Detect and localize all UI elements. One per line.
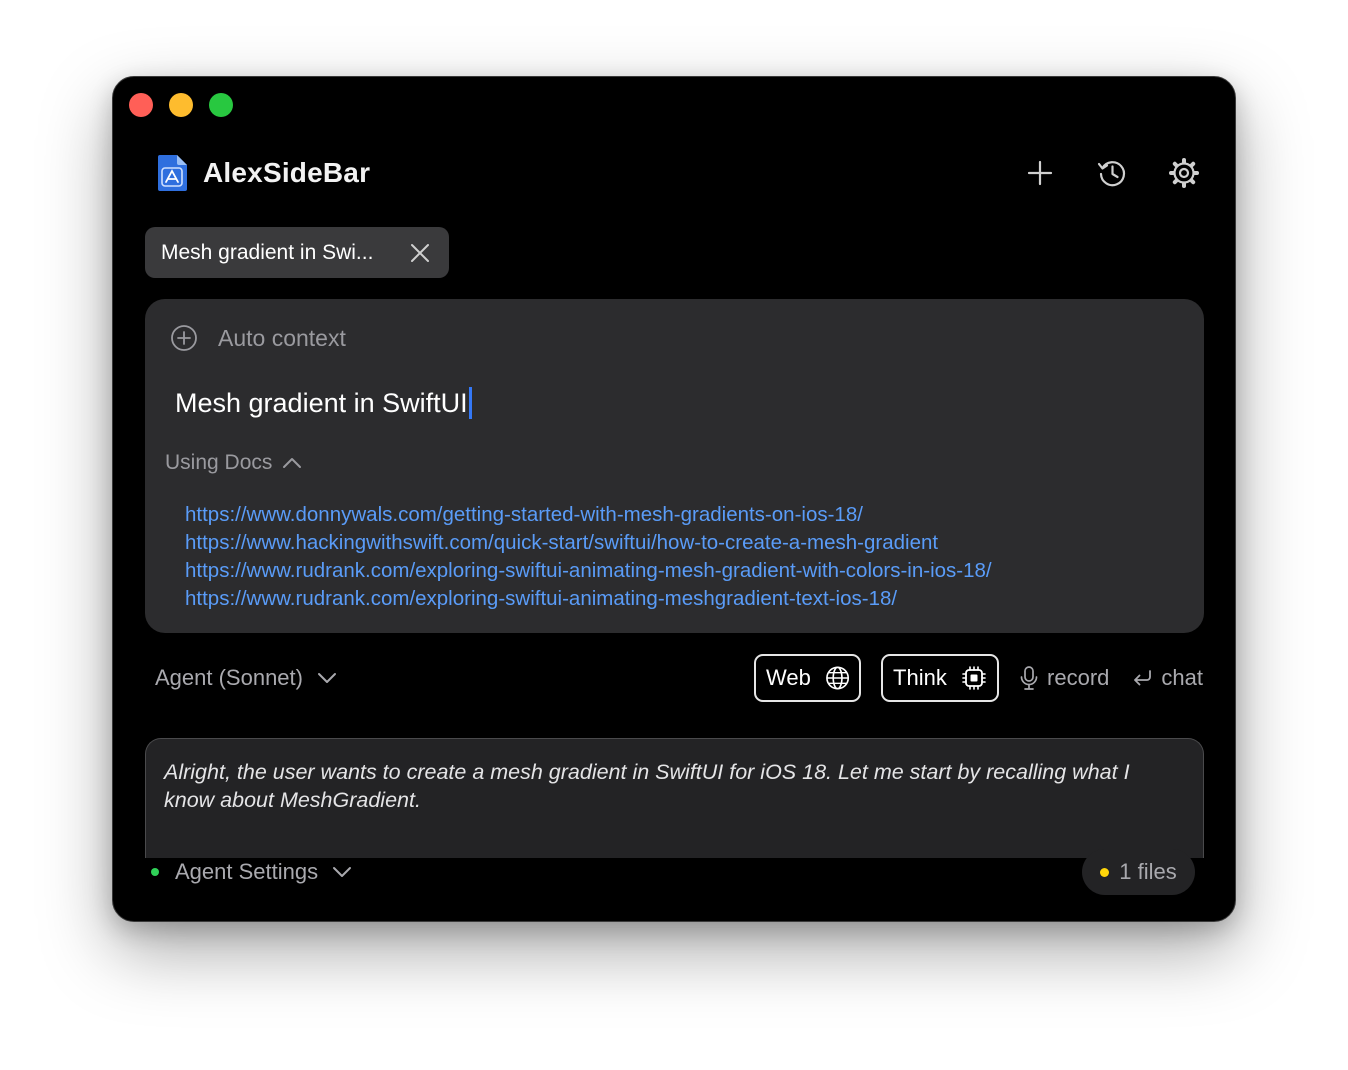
agent-thinking-text: Alright, the user wants to create a mesh… bbox=[164, 760, 1130, 812]
agent-settings-dropdown[interactable]: Agent Settings bbox=[151, 849, 352, 895]
gear-icon bbox=[1169, 158, 1199, 188]
think-toggle-button[interactable]: Think bbox=[881, 654, 1000, 702]
globe-icon bbox=[826, 666, 849, 690]
think-label: Think bbox=[893, 665, 947, 690]
history-icon bbox=[1097, 161, 1126, 187]
using-docs-toggle[interactable]: Using Docs bbox=[165, 451, 302, 475]
chevron-up-icon bbox=[283, 458, 302, 468]
plus-icon bbox=[1027, 160, 1053, 186]
chat-label: chat bbox=[1161, 665, 1203, 690]
microphone-icon bbox=[1020, 666, 1038, 690]
auto-context-label: Auto context bbox=[218, 324, 346, 351]
settings-button[interactable] bbox=[1163, 152, 1205, 194]
agent-model-label: Agent (Sonnet) bbox=[155, 665, 303, 690]
app-window: AlexSideBar Mesh gradient in Swi... Auto… bbox=[112, 76, 1236, 922]
status-indicator-yellow bbox=[1100, 867, 1110, 877]
new-chat-button[interactable] bbox=[1019, 152, 1061, 194]
compose-panel: Auto context Mesh gradient in SwiftUI Us… bbox=[145, 299, 1204, 633]
status-indicator-green bbox=[151, 868, 159, 876]
header-actions bbox=[1019, 152, 1205, 194]
web-label: Web bbox=[766, 665, 811, 690]
conversation-tab[interactable]: Mesh gradient in Swi... bbox=[145, 227, 449, 278]
using-docs-label: Using Docs bbox=[165, 451, 273, 474]
close-window-button[interactable] bbox=[129, 93, 153, 117]
toolbar-actions: Web Think record chat bbox=[754, 653, 1203, 703]
record-label: record bbox=[1047, 665, 1110, 690]
doc-link[interactable]: https://www.rudrank.com/exploring-swiftu… bbox=[185, 557, 992, 585]
files-label: 1 files bbox=[1119, 859, 1177, 884]
zoom-window-button[interactable] bbox=[209, 93, 233, 117]
chevron-down-icon bbox=[317, 673, 336, 683]
app-title: AlexSideBar bbox=[203, 157, 371, 188]
chevron-down-icon bbox=[333, 867, 352, 877]
header: AlexSideBar bbox=[155, 153, 1205, 193]
footer-bar: Agent Settings 1 files bbox=[145, 849, 1195, 895]
query-input[interactable]: Mesh gradient in SwiftUI bbox=[175, 387, 472, 419]
doc-link[interactable]: https://www.donnywals.com/getting-starte… bbox=[185, 501, 992, 529]
plus-circle-icon bbox=[171, 325, 197, 351]
agent-settings-label: Agent Settings bbox=[175, 859, 319, 884]
agent-response-panel: Alright, the user wants to create a mesh… bbox=[145, 738, 1204, 858]
web-toggle-button[interactable]: Web bbox=[754, 654, 862, 702]
doc-link[interactable]: https://www.hackingwithswift.com/quick-s… bbox=[185, 529, 992, 557]
text-caret bbox=[468, 387, 472, 419]
minimize-window-button[interactable] bbox=[169, 93, 193, 117]
window-controls bbox=[129, 93, 233, 117]
app-document-icon bbox=[155, 154, 189, 192]
doc-link[interactable]: https://www.rudrank.com/exploring-swiftu… bbox=[185, 585, 992, 613]
history-button[interactable] bbox=[1091, 152, 1133, 194]
agent-model-select[interactable]: Agent (Sonnet) bbox=[155, 653, 337, 703]
close-icon[interactable] bbox=[407, 240, 433, 266]
query-text: Mesh gradient in SwiftUI bbox=[175, 387, 468, 418]
chat-submit-button[interactable]: chat bbox=[1131, 665, 1203, 691]
record-button[interactable]: record bbox=[1019, 665, 1109, 691]
return-icon bbox=[1134, 670, 1152, 686]
conversation-tab-label: Mesh gradient in Swi... bbox=[161, 240, 374, 264]
auto-context-button[interactable]: Auto context bbox=[170, 324, 346, 352]
files-badge[interactable]: 1 files bbox=[1082, 849, 1195, 895]
compose-toolbar: Agent (Sonnet) Web Think record chat bbox=[145, 653, 1203, 703]
cpu-icon bbox=[962, 666, 986, 690]
doc-links-list: https://www.donnywals.com/getting-starte… bbox=[185, 501, 992, 613]
